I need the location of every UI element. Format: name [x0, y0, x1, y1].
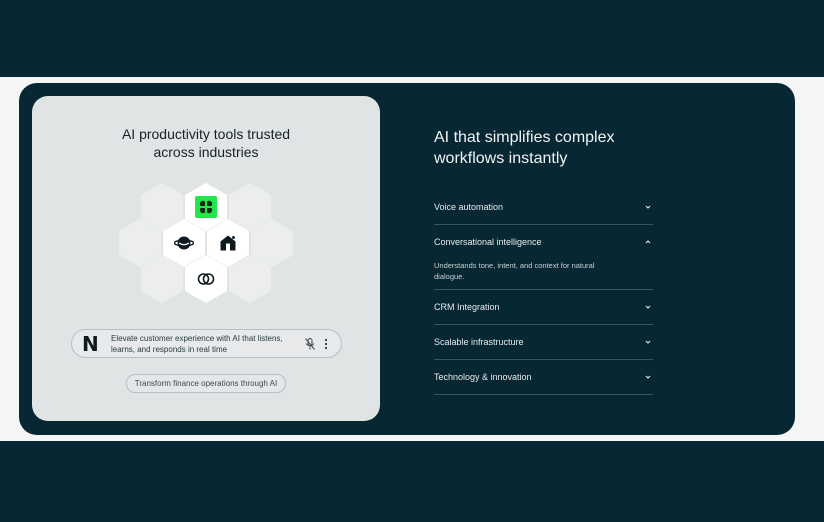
accordion-item-technology-innovation[interactable]: Technology & innovation [434, 360, 653, 395]
features-accordion: Voice automation Conversational intellig… [434, 190, 653, 395]
green-clover-icon [195, 196, 217, 218]
accordion-item-conversational-intelligence[interactable]: Conversational intelligence Understands … [434, 225, 653, 290]
brand-logo: N [82, 332, 99, 356]
chevron-down-icon[interactable] [643, 202, 653, 212]
accordion-item-crm-integration[interactable]: CRM Integration [434, 290, 653, 325]
home-icon [220, 235, 236, 251]
linked-rings-icon [197, 273, 215, 285]
tool-hex-grid [32, 96, 380, 421]
prompt-text: Elevate customer experience with AI that… [111, 334, 283, 354]
chevron-down-icon[interactable] [643, 302, 653, 312]
suggestion-chip[interactable]: Transform finance operations through AI [126, 374, 286, 393]
chevron-up-icon[interactable] [643, 237, 653, 247]
accordion-description: Understands tone, intent, and context fo… [434, 261, 595, 281]
accordion-item-voice-automation[interactable]: Voice automation [434, 190, 653, 225]
more-vertical-icon[interactable] [324, 338, 328, 350]
chevron-down-icon[interactable] [643, 337, 653, 347]
planet-icon [174, 236, 194, 250]
accordion-item-scalable-infrastructure[interactable]: Scalable infrastructure [434, 325, 653, 360]
tools-panel: AI productivity tools trusted across ind… [32, 96, 380, 421]
prompt-bar[interactable]: N Elevate customer experience with AI th… [71, 329, 342, 358]
mic-off-icon[interactable] [305, 338, 315, 350]
section-heading: AI that simplifies complex workflows ins… [434, 129, 615, 167]
chevron-down-icon[interactable] [643, 372, 653, 382]
